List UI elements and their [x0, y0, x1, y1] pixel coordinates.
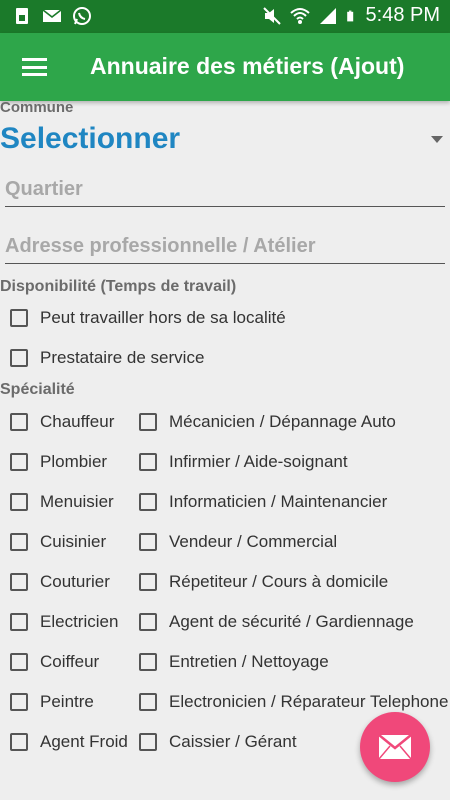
checkbox-prestataire[interactable]: Prestataire de service — [10, 348, 204, 368]
checkbox-box[interactable] — [139, 693, 157, 711]
wifi-icon — [289, 7, 310, 24]
commune-label: Commune — [0, 99, 74, 116]
checkbox-label: Menuisier — [40, 492, 114, 511]
checkbox-label: Vendeur / Commercial — [169, 532, 338, 551]
checkbox-menuisier[interactable]: Menuisier — [10, 492, 114, 512]
checkbox-agent-securite[interactable]: Agent de sécurité / Gardiennage — [139, 612, 414, 632]
checkbox-agent-froid[interactable]: Agent Froid — [10, 732, 128, 752]
adresse-field-container — [5, 229, 445, 264]
checkbox-informaticien[interactable]: Informaticien / Maintenancier — [139, 492, 387, 512]
menu-icon[interactable] — [22, 58, 47, 76]
specialite-title: Spécialité — [0, 381, 75, 398]
checkbox-label: Caissier / Gérant — [169, 732, 297, 751]
checkbox-repetiteur[interactable]: Répetiteur / Cours à domicile — [139, 572, 388, 592]
checkbox-box[interactable] — [139, 573, 157, 591]
checkbox-mecanicien[interactable]: Mécanicien / Dépannage Auto — [139, 412, 396, 432]
checkbox-box[interactable] — [139, 453, 157, 471]
mail-icon — [42, 9, 62, 22]
checkbox-label: Agent de sécurité / Gardiennage — [169, 612, 414, 631]
checkbox-box[interactable] — [10, 533, 28, 551]
checkbox-box[interactable] — [139, 493, 157, 511]
checkbox-box[interactable] — [10, 653, 28, 671]
checkbox-box[interactable] — [139, 733, 157, 751]
checkbox-label: Coiffeur — [40, 652, 100, 671]
checkbox-label: Couturier — [40, 572, 110, 591]
checkbox-label: Informaticien / Maintenancier — [169, 492, 388, 511]
checkbox-coiffeur[interactable]: Coiffeur — [10, 652, 99, 672]
checkbox-electronicien[interactable]: Electronicien / Réparateur Telephone — [139, 692, 450, 712]
checkbox-plombier[interactable]: Plombier — [10, 452, 107, 472]
checkbox-label: Entretien / Nettoyage — [169, 652, 329, 671]
checkbox-box[interactable] — [10, 573, 28, 591]
checkbox-box[interactable] — [10, 309, 28, 327]
battery-icon — [346, 10, 353, 21]
sim-icon — [16, 8, 28, 24]
checkbox-label: Electricien — [40, 612, 119, 631]
checkbox-label: Chauffeur — [40, 412, 115, 431]
dropdown-arrow-icon[interactable] — [431, 136, 443, 143]
checkbox-electricien[interactable]: Electricien — [10, 612, 118, 632]
signal-icon — [319, 7, 336, 24]
adresse-input[interactable] — [5, 229, 445, 263]
checkbox-label: Plombier — [40, 452, 108, 471]
checkbox-box[interactable] — [10, 453, 28, 471]
checkbox-label: Infirmier / Aide-soignant — [169, 452, 348, 471]
checkbox-label: Electronicien / Réparateur Telephone — [169, 692, 449, 711]
app-bar: Annuaire des métiers (Ajout) — [0, 33, 450, 101]
checkbox-entretien[interactable]: Entretien / Nettoyage — [139, 652, 329, 672]
checkbox-label: Mécanicien / Dépannage Auto — [169, 412, 396, 431]
checkbox-box[interactable] — [139, 653, 157, 671]
mail-icon — [378, 734, 412, 760]
checkbox-box[interactable] — [10, 349, 28, 367]
checkbox-label: Peut travailler hors de sa localité — [40, 308, 286, 327]
checkbox-box[interactable] — [10, 493, 28, 511]
checkbox-box[interactable] — [10, 413, 28, 431]
quartier-input[interactable] — [5, 172, 445, 206]
page-title: Annuaire des métiers (Ajout) — [90, 53, 405, 79]
checkbox-cuisinier[interactable]: Cuisinier — [10, 532, 106, 552]
checkbox-couturier[interactable]: Couturier — [10, 572, 110, 592]
checkbox-box[interactable] — [139, 613, 157, 631]
disponibilite-title: Disponibilité (Temps de travail) — [0, 278, 237, 295]
checkbox-vendeur[interactable]: Vendeur / Commercial — [139, 532, 337, 552]
whatsapp-icon — [73, 7, 91, 25]
status-bar: 5:48 PM — [0, 0, 450, 33]
checkbox-hors-localite[interactable]: Peut travailler hors de sa localité — [10, 308, 286, 328]
checkbox-infirmier[interactable]: Infirmier / Aide-soignant — [139, 452, 348, 472]
checkbox-chauffeur[interactable]: Chauffeur — [10, 412, 114, 432]
checkbox-box[interactable] — [10, 613, 28, 631]
checkbox-caissier[interactable]: Caissier / Gérant — [139, 732, 297, 752]
checkbox-box[interactable] — [10, 733, 28, 751]
checkbox-label: Peintre — [40, 692, 94, 711]
checkbox-label: Prestataire de service — [40, 348, 205, 367]
checkbox-label: Répetiteur / Cours à domicile — [169, 572, 389, 591]
checkbox-box[interactable] — [139, 533, 157, 551]
status-time: 5:48 PM — [365, 4, 440, 26]
checkbox-box[interactable] — [139, 413, 157, 431]
commune-select[interactable]: Selectionner — [0, 122, 180, 156]
mute-icon — [262, 6, 281, 25]
checkbox-label: Cuisinier — [40, 532, 107, 551]
checkbox-label: Agent Froid — [40, 732, 128, 751]
checkbox-box[interactable] — [10, 693, 28, 711]
checkbox-peintre[interactable]: Peintre — [10, 692, 94, 712]
quartier-field-container — [5, 172, 445, 207]
send-mail-button[interactable] — [360, 712, 430, 782]
